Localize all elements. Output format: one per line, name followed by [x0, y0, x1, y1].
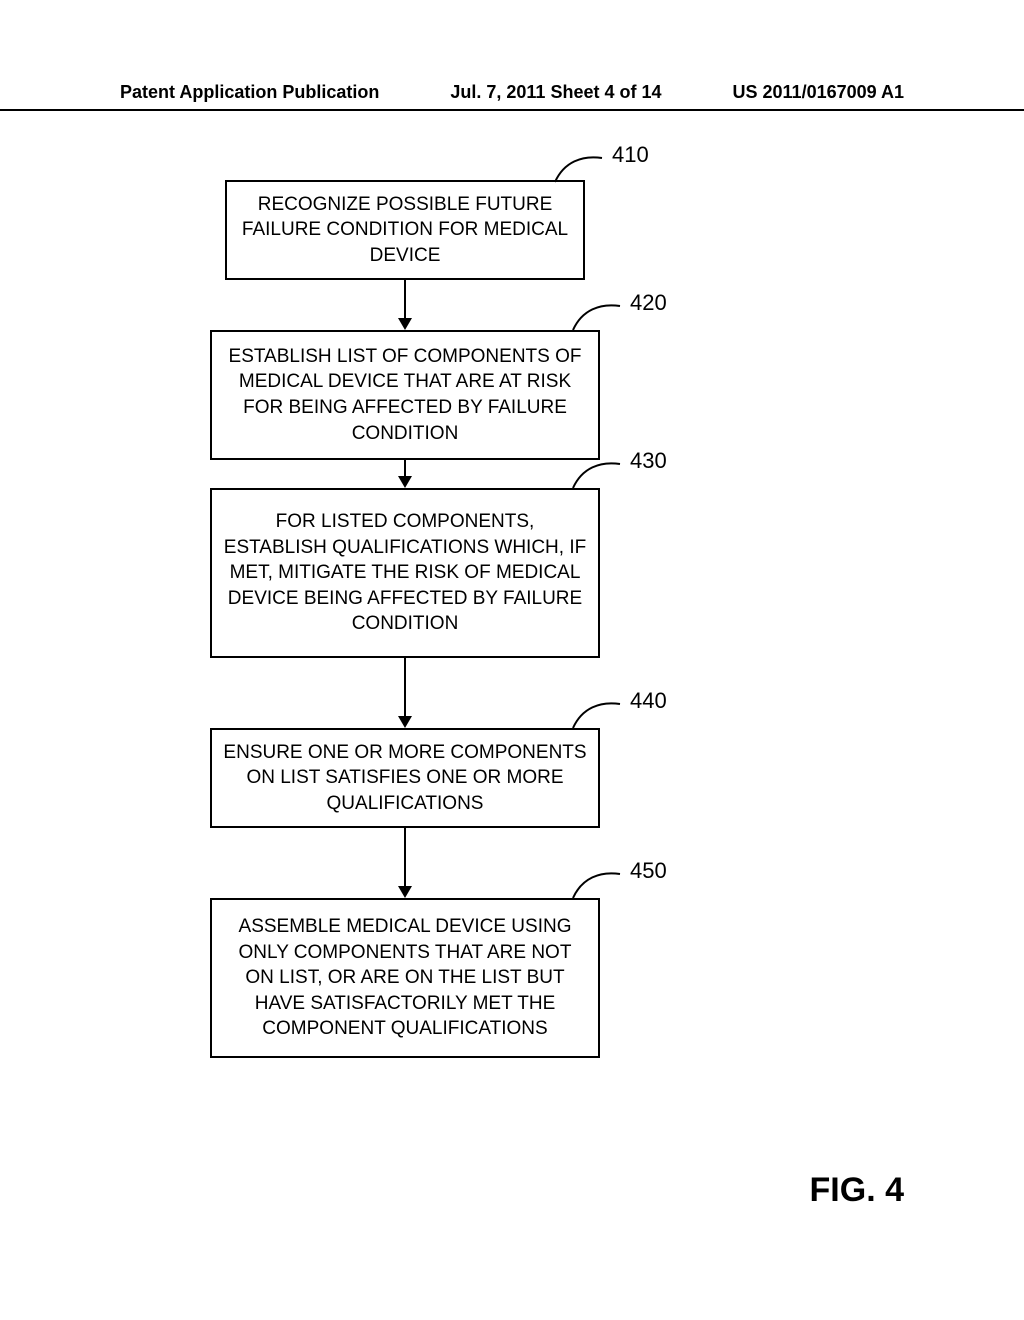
lead-line-450	[570, 868, 630, 903]
flow-node-430: FOR LISTED COMPONENTS, ESTABLISH QUALIFI…	[210, 488, 600, 658]
arrow-440-450	[404, 828, 406, 888]
header-right: US 2011/0167009 A1	[733, 82, 904, 103]
ref-430: 430	[630, 448, 667, 474]
flow-node-440: ENSURE ONE OR MORE COMPONENTS ON LIST SA…	[210, 728, 600, 828]
arrow-head-icon	[398, 886, 412, 898]
arrow-head-icon	[398, 318, 412, 330]
lead-line-420	[570, 300, 630, 335]
arrow-430-440	[404, 658, 406, 718]
header-left: Patent Application Publication	[120, 82, 379, 103]
header-center: Jul. 7, 2011 Sheet 4 of 14	[450, 82, 661, 103]
lead-line-410	[552, 152, 612, 187]
lead-line-440	[570, 698, 630, 733]
arrow-410-420	[404, 280, 406, 320]
ref-420: 420	[630, 290, 667, 316]
flow-node-410-label: RECOGNIZE POSSIBLE FUTURE FAILURE CONDIT…	[237, 192, 573, 269]
page-header: Patent Application Publication Jul. 7, 2…	[0, 82, 1024, 111]
arrow-head-icon	[398, 476, 412, 488]
ref-450: 450	[630, 858, 667, 884]
flow-node-440-label: ENSURE ONE OR MORE COMPONENTS ON LIST SA…	[222, 740, 588, 817]
flow-node-410: RECOGNIZE POSSIBLE FUTURE FAILURE CONDIT…	[225, 180, 585, 280]
ref-410: 410	[612, 142, 649, 168]
flow-node-420: ESTABLISH LIST OF COMPONENTS OF MEDICAL …	[210, 330, 600, 460]
lead-line-430	[570, 458, 630, 493]
flow-node-450-label: ASSEMBLE MEDICAL DEVICE USING ONLY COMPO…	[222, 914, 588, 1042]
ref-440: 440	[630, 688, 667, 714]
flow-node-430-label: FOR LISTED COMPONENTS, ESTABLISH QUALIFI…	[222, 509, 588, 637]
figure-label: FIG. 4	[810, 1171, 904, 1210]
flow-node-420-label: ESTABLISH LIST OF COMPONENTS OF MEDICAL …	[222, 344, 588, 447]
flow-node-450: ASSEMBLE MEDICAL DEVICE USING ONLY COMPO…	[210, 898, 600, 1058]
arrow-head-icon	[398, 716, 412, 728]
